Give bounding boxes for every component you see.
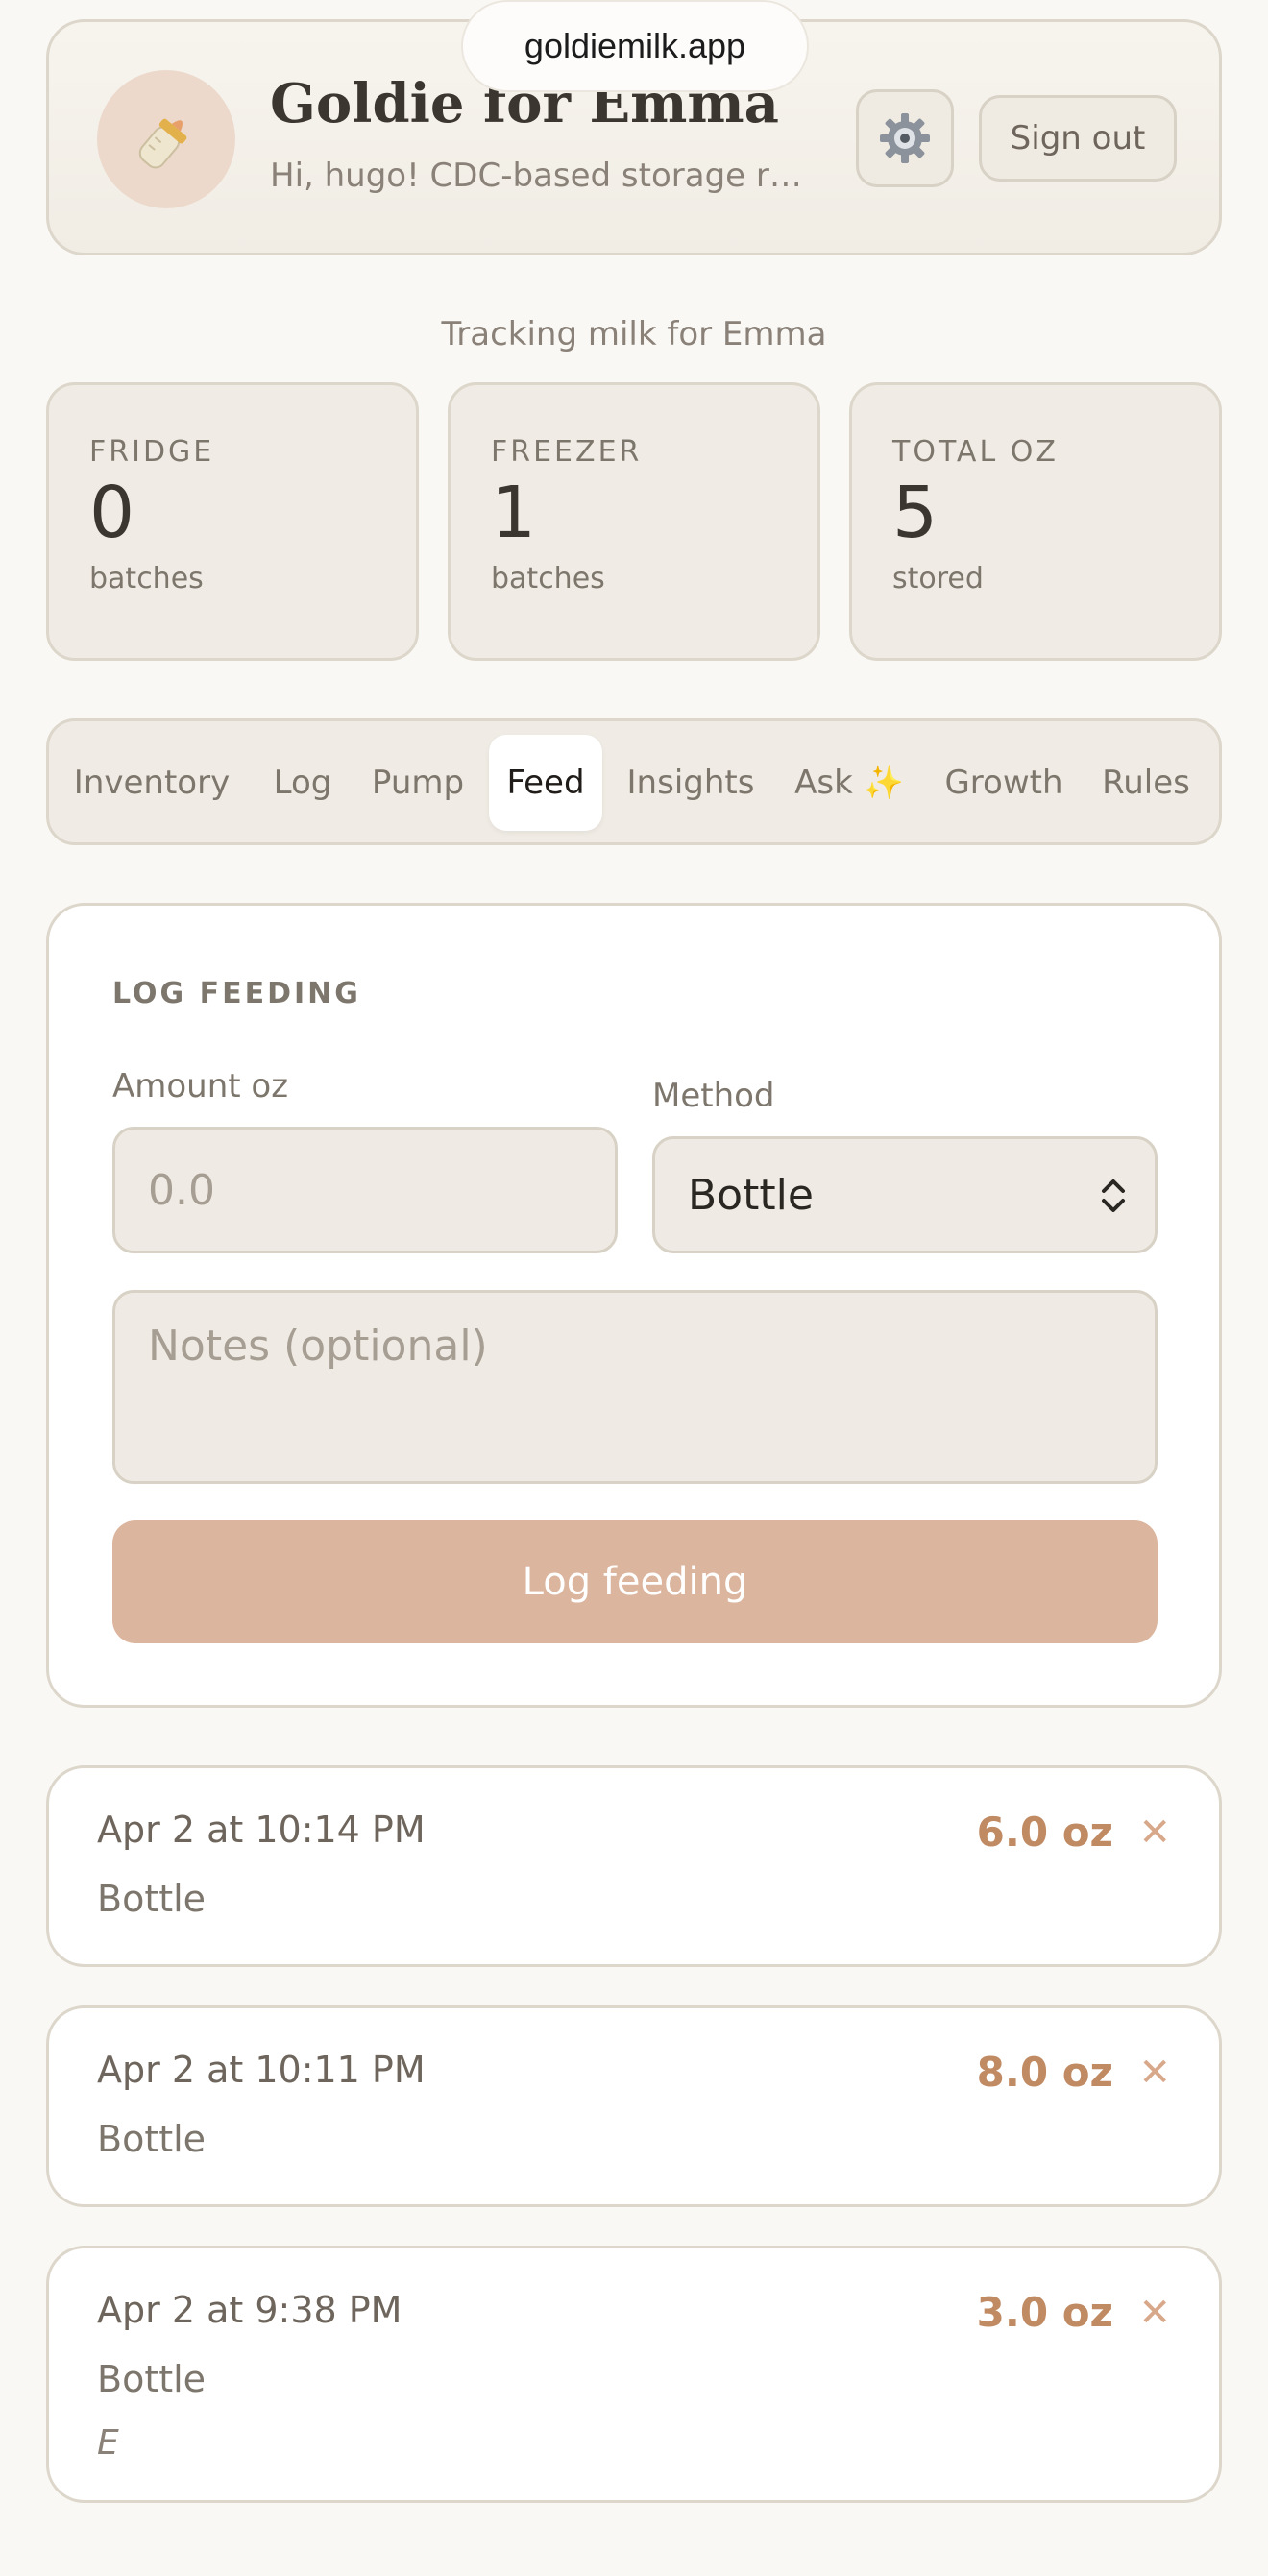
stat-card-total-oz: TOTAL OZ 5 stored (849, 382, 1222, 661)
chevron-updown-icon (1102, 1179, 1125, 1212)
stat-card-freezer: FREEZER 1 batches (448, 382, 820, 661)
tab-rules[interactable]: Rules (1094, 735, 1198, 831)
notes-placeholder: Notes (optional) (148, 1322, 488, 1371)
entry-amount: 6.0 oz (976, 1809, 1113, 1856)
tab-feed[interactable]: Feed (489, 735, 602, 831)
entry-date: Apr 2 at 10:11 PM (97, 2049, 426, 2091)
tab-pump[interactable]: Pump (364, 735, 472, 831)
stat-value: 0 (89, 472, 135, 554)
delete-icon[interactable]: ✕ (1138, 2051, 1171, 2095)
stat-label: TOTAL OZ (892, 435, 1059, 469)
entry-note: E (97, 2423, 119, 2463)
method-select[interactable]: Bottle (652, 1136, 1158, 1253)
settings-button[interactable] (856, 89, 954, 187)
entry-amount: 3.0 oz (976, 2289, 1113, 2336)
log-feeding-button[interactable]: Log feeding (112, 1520, 1158, 1643)
tab-growth[interactable]: Growth (937, 735, 1071, 831)
baby-bottle-icon (97, 70, 235, 208)
tracking-caption: Tracking milk for Emma (441, 315, 827, 353)
stat-label: FRIDGE (89, 435, 215, 469)
entry-date: Apr 2 at 9:38 PM (97, 2289, 402, 2331)
stat-value: 5 (892, 472, 939, 554)
entry-amount: 8.0 oz (976, 2049, 1113, 2096)
entry-date: Apr 2 at 10:14 PM (97, 1809, 426, 1851)
delete-icon[interactable]: ✕ (1138, 2291, 1171, 2335)
method-label: Method (652, 1077, 775, 1115)
tab-log[interactable]: Log (264, 735, 341, 831)
amount-placeholder: 0.0 (148, 1165, 215, 1215)
app-subtitle: Hi, hugo! CDC-based storage rul... (270, 157, 808, 195)
entry-method: Bottle (97, 2118, 207, 2160)
stat-unit: batches (89, 562, 204, 596)
stat-unit: batches (491, 562, 605, 596)
delete-icon[interactable]: ✕ (1138, 1810, 1171, 1855)
tab-bar: Inventory Log Pump Feed Insights Ask ✨ G… (46, 718, 1222, 845)
feeding-entry: Apr 2 at 9:38 PM Bottle E 3.0 oz ✕ (46, 2246, 1222, 2503)
feeding-entry: Apr 2 at 10:11 PM Bottle 8.0 oz ✕ (46, 2005, 1222, 2207)
method-value: Bottle (688, 1170, 814, 1220)
tab-inventory[interactable]: Inventory (70, 735, 233, 831)
notes-input[interactable]: Notes (optional) (112, 1290, 1158, 1484)
log-feeding-form: LOG FEEDING Amount oz 0.0 Method Bottle … (46, 903, 1222, 1708)
stat-value: 1 (491, 472, 537, 554)
url-bar[interactable]: goldiemilk.app (461, 0, 809, 92)
entry-method: Bottle (97, 2358, 207, 2400)
feeding-entry: Apr 2 at 10:14 PM Bottle 6.0 oz ✕ (46, 1765, 1222, 1967)
stat-unit: stored (892, 562, 984, 596)
entry-method: Bottle (97, 1878, 207, 1920)
stat-label: FREEZER (491, 435, 643, 469)
section-title: LOG FEEDING (112, 977, 361, 1010)
tab-ask[interactable]: Ask ✨ (785, 735, 914, 831)
gear-icon (880, 113, 930, 163)
sign-out-button[interactable]: Sign out (979, 95, 1177, 182)
amount-label: Amount oz (112, 1067, 289, 1106)
tab-insights[interactable]: Insights (620, 735, 762, 831)
amount-input[interactable]: 0.0 (112, 1127, 618, 1253)
stat-card-fridge: FRIDGE 0 batches (46, 382, 419, 661)
